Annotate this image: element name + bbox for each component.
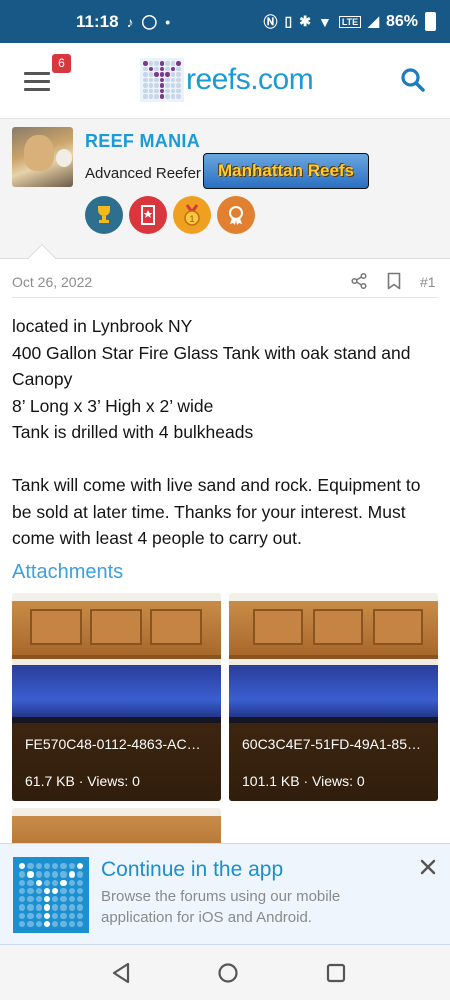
post-line-blank [12, 446, 438, 473]
bluetooth-icon: ✱ [299, 13, 311, 29]
recent-apps-icon [326, 963, 346, 983]
post-body: located in Lynbrook NY 400 Gallon Star F… [12, 313, 438, 552]
app-banner-description: Browse the forums using our mobile appli… [101, 888, 341, 926]
battery-icon [425, 12, 436, 31]
status-bar: 11:18 ♪ ◯ • Ⓝ ▯ ✱ ▼ LTE ◢ 86% [0, 0, 450, 43]
attachment-meta: 101.1 KB · Views: 0 [242, 773, 365, 789]
author-name[interactable]: REEF MANIA [85, 131, 200, 152]
menu-button[interactable] [24, 72, 50, 92]
wifi-icon: ▼ [317, 13, 332, 30]
share-icon [351, 272, 367, 290]
battery-level: 86% [385, 12, 418, 30]
app-header: 6 reefs.com [0, 43, 450, 119]
attachments-title: Attachments [12, 561, 124, 583]
close-banner-button[interactable] [419, 858, 437, 876]
back-button[interactable] [111, 962, 131, 984]
search-button[interactable] [400, 67, 426, 93]
share-button[interactable] [350, 272, 368, 290]
ribbon-icon[interactable] [129, 196, 167, 234]
back-triangle-icon [112, 962, 130, 984]
home-button[interactable] [217, 962, 239, 984]
status-icons: Ⓝ ▯ ✱ ▼ LTE ◢ 86% [264, 12, 436, 32]
vibrate-icon: ▯ [284, 13, 293, 29]
avatar[interactable] [12, 127, 73, 187]
attachment-image [12, 808, 221, 848]
chat-bubble-icon: ◯ [141, 13, 158, 29]
bookmark-button[interactable] [386, 272, 402, 290]
app-promo-banner[interactable]: Continue in the app Browse the forums us… [0, 843, 450, 945]
trophy-list: 1 [85, 196, 255, 234]
attachment-thumbnail[interactable]: 60C3C4E7-51FD-49A1-85… 101.1 KB · Views:… [229, 593, 438, 801]
author-title: Advanced Reefer [85, 165, 201, 182]
attachment-thumbnail[interactable] [12, 808, 221, 848]
close-icon [420, 859, 436, 875]
author-banner: Manhattan Reefs [203, 153, 369, 189]
signal-icon: ◢ [368, 13, 379, 29]
medal-1-icon[interactable]: 1 [173, 196, 211, 234]
home-circle-icon [218, 963, 238, 983]
tiktok-icon: ♪ [126, 13, 134, 30]
logo-text: reefs.com [186, 63, 314, 96]
post-number[interactable]: #1 [420, 274, 436, 290]
site-logo[interactable]: reefs.com [140, 57, 314, 103]
post-line: Tank will come with live sand and rock. … [12, 475, 421, 548]
notification-badge[interactable]: 6 [52, 54, 71, 73]
search-icon [401, 68, 425, 92]
nfc-icon: Ⓝ [263, 13, 278, 30]
post-line: 8’ Long x 3’ High x 2’ wide [12, 395, 214, 416]
dot-icon: • [165, 13, 171, 30]
app-banner-title[interactable]: Continue in the app [101, 858, 283, 882]
system-nav-bar [0, 945, 450, 1000]
svg-text:1: 1 [189, 214, 194, 224]
attachment-meta: 61.7 KB · Views: 0 [25, 773, 140, 789]
post-date[interactable]: Oct 26, 2022 [12, 274, 92, 290]
status-time: 11:18 [76, 11, 119, 31]
recent-apps-button[interactable] [326, 963, 346, 983]
post-line: located in Lynbrook NY [12, 316, 193, 336]
attachment-name: FE570C48-0112-4863-AC… [25, 736, 201, 752]
post-line: Tank is drilled with 4 bulkheads [12, 422, 254, 442]
attachment-thumbnail[interactable]: FE570C48-0112-4863-AC… 61.7 KB · Views: … [12, 593, 221, 801]
trophy-icon[interactable] [85, 196, 123, 234]
network-type: LTE [338, 15, 362, 28]
logo-mark-icon [140, 58, 184, 102]
bookmark-icon [387, 272, 401, 290]
medal-icon[interactable] [217, 196, 255, 234]
post-author-block: REEF MANIA Advanced Reefer Manhattan Ree… [0, 119, 450, 273]
app-icon [13, 857, 89, 933]
post-meta: Oct 26, 2022 #1 [12, 270, 438, 298]
attachment-name: 60C3C4E7-51FD-49A1-85… [242, 736, 421, 752]
hamburger-icon [24, 72, 50, 75]
post-line: 400 Gallon Star Fire Glass Tank with oak… [12, 342, 411, 390]
